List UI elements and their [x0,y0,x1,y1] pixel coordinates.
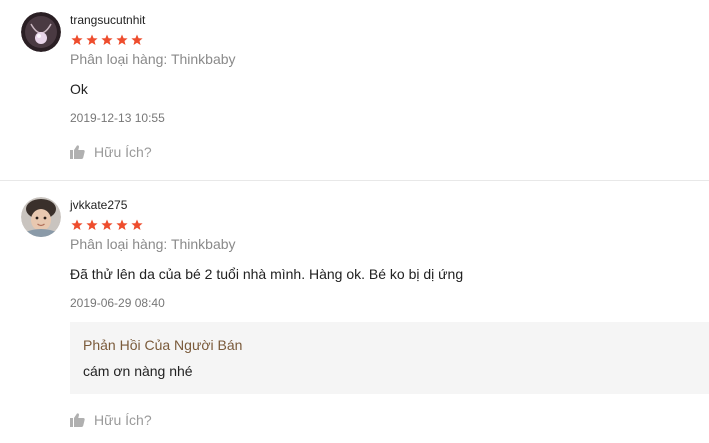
reviewer-username[interactable]: trangsucutnhit [70,13,145,27]
star-icon [116,219,128,230]
seller-reply-title: Phản Hồi Của Người Bán [83,337,243,353]
star-icon [131,219,143,230]
seller-reply: Phản Hồi Của Người Bán cám ơn nàng nhé [70,322,709,394]
helpful-label: Hữu Ích? [94,412,152,428]
review-time: 2019-06-29 08:40 [70,296,165,310]
thumbs-up-icon [70,145,85,159]
star-icon [101,219,113,230]
review-comment: Ok [70,81,88,97]
avatar[interactable] [21,12,61,52]
star-icon [71,34,83,45]
avatar[interactable] [21,197,61,237]
star-icon [101,34,113,45]
helpful-label: Hữu Ích? [94,144,152,160]
thumbs-up-icon [70,413,85,427]
star-rating [71,34,143,46]
review-comment: Đã thử lên da của bé 2 tuổi nhà mình. Hà… [70,266,464,282]
star-icon [131,34,143,45]
product-variation: Phân loại hàng: Thinkbaby [70,236,236,252]
product-variation: Phân loại hàng: Thinkbaby [70,51,236,67]
review-item: trangsucutnhit Phân loại hàng: Thinkbaby… [0,0,709,180]
star-icon [71,219,83,230]
star-icon [116,34,128,45]
star-icon [86,34,98,45]
helpful-button[interactable]: Hữu Ích? [70,144,152,160]
review-item: jvkkate275 Phân loại hàng: Thinkbaby Đã … [0,181,709,443]
helpful-button[interactable]: Hữu Ích? [70,412,152,428]
review-time: 2019-12-13 10:55 [70,111,165,125]
star-rating [71,219,143,231]
seller-reply-text: cám ơn nàng nhé [83,363,193,379]
reviewer-username[interactable]: jvkkate275 [70,198,127,212]
star-icon [86,219,98,230]
